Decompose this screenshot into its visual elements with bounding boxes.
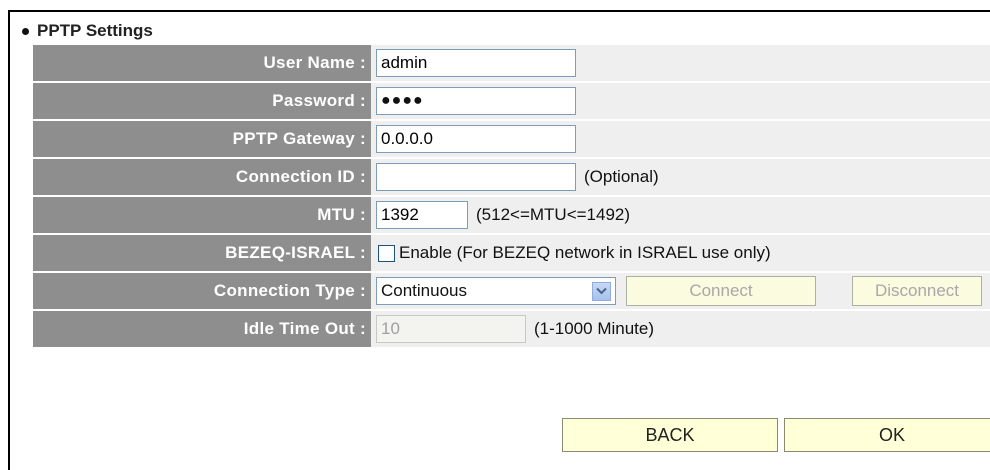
bezeq-israel-cell: Enable (For BEZEQ network in ISRAEL use … [371, 235, 990, 271]
row-mtu: MTU : (512<=MTU<=1492) [33, 197, 990, 233]
row-connection-id: Connection ID : (Optional) [33, 159, 990, 195]
password-input[interactable]: ●●●● [376, 87, 576, 115]
bezeq-enable-text: Enable (For BEZEQ network in ISRAEL use … [399, 243, 771, 262]
row-pptp-gateway: PPTP Gateway : [33, 121, 990, 157]
row-connection-type: Connection Type : Continuous Connect Dis… [33, 273, 990, 309]
connection-id-hint: (Optional) [584, 167, 659, 186]
mtu-cell: (512<=MTU<=1492) [371, 197, 990, 233]
pptp-gateway-label: PPTP Gateway : [33, 121, 371, 157]
connection-type-selected: Continuous [381, 281, 468, 300]
connection-type-cell: Continuous Connect Disconnect [371, 273, 990, 309]
pptp-settings-panel: PPTP Settings User Name : Password : ●●●… [8, 10, 990, 470]
connection-id-cell: (Optional) [371, 159, 990, 195]
user-name-input[interactable] [376, 49, 576, 77]
idle-time-out-hint: (1-1000 Minute) [534, 319, 655, 338]
mtu-input[interactable] [376, 201, 468, 229]
bezeq-israel-label: BEZEQ-ISRAEL : [33, 235, 371, 271]
user-name-label: User Name : [33, 45, 371, 81]
pptp-gateway-input[interactable] [376, 125, 576, 153]
row-password: Password : ●●●● [33, 83, 990, 119]
connection-type-select[interactable]: Continuous [376, 277, 616, 305]
disconnect-button[interactable]: Disconnect [852, 276, 982, 306]
user-name-cell [371, 45, 990, 81]
bezeq-enable-checkbox[interactable] [378, 244, 395, 262]
idle-time-out-label: Idle Time Out : [33, 311, 371, 347]
password-label: Password : [33, 83, 371, 119]
mtu-label: MTU : [33, 197, 371, 233]
chevron-down-icon[interactable] [592, 281, 611, 301]
row-idle-time-out: Idle Time Out : (1-1000 Minute) [33, 311, 990, 347]
pptp-gateway-cell [371, 121, 990, 157]
back-button[interactable]: BACK [562, 418, 778, 452]
password-cell: ●●●● [371, 83, 990, 119]
connection-type-label: Connection Type : [33, 273, 371, 309]
ok-button[interactable]: OK [784, 418, 990, 452]
row-user-name: User Name : [33, 45, 990, 81]
section-header: PPTP Settings [20, 20, 153, 42]
section-title: PPTP Settings [37, 21, 153, 40]
idle-time-out-input [376, 315, 526, 343]
connect-button[interactable]: Connect [626, 276, 816, 306]
connection-id-label: Connection ID : [33, 159, 371, 195]
connection-id-input[interactable] [376, 163, 576, 191]
mtu-hint: (512<=MTU<=1492) [476, 205, 631, 224]
bullet-icon [22, 27, 29, 35]
idle-time-out-cell: (1-1000 Minute) [371, 311, 990, 347]
row-bezeq-israel: BEZEQ-ISRAEL : Enable (For BEZEQ network… [33, 235, 990, 271]
